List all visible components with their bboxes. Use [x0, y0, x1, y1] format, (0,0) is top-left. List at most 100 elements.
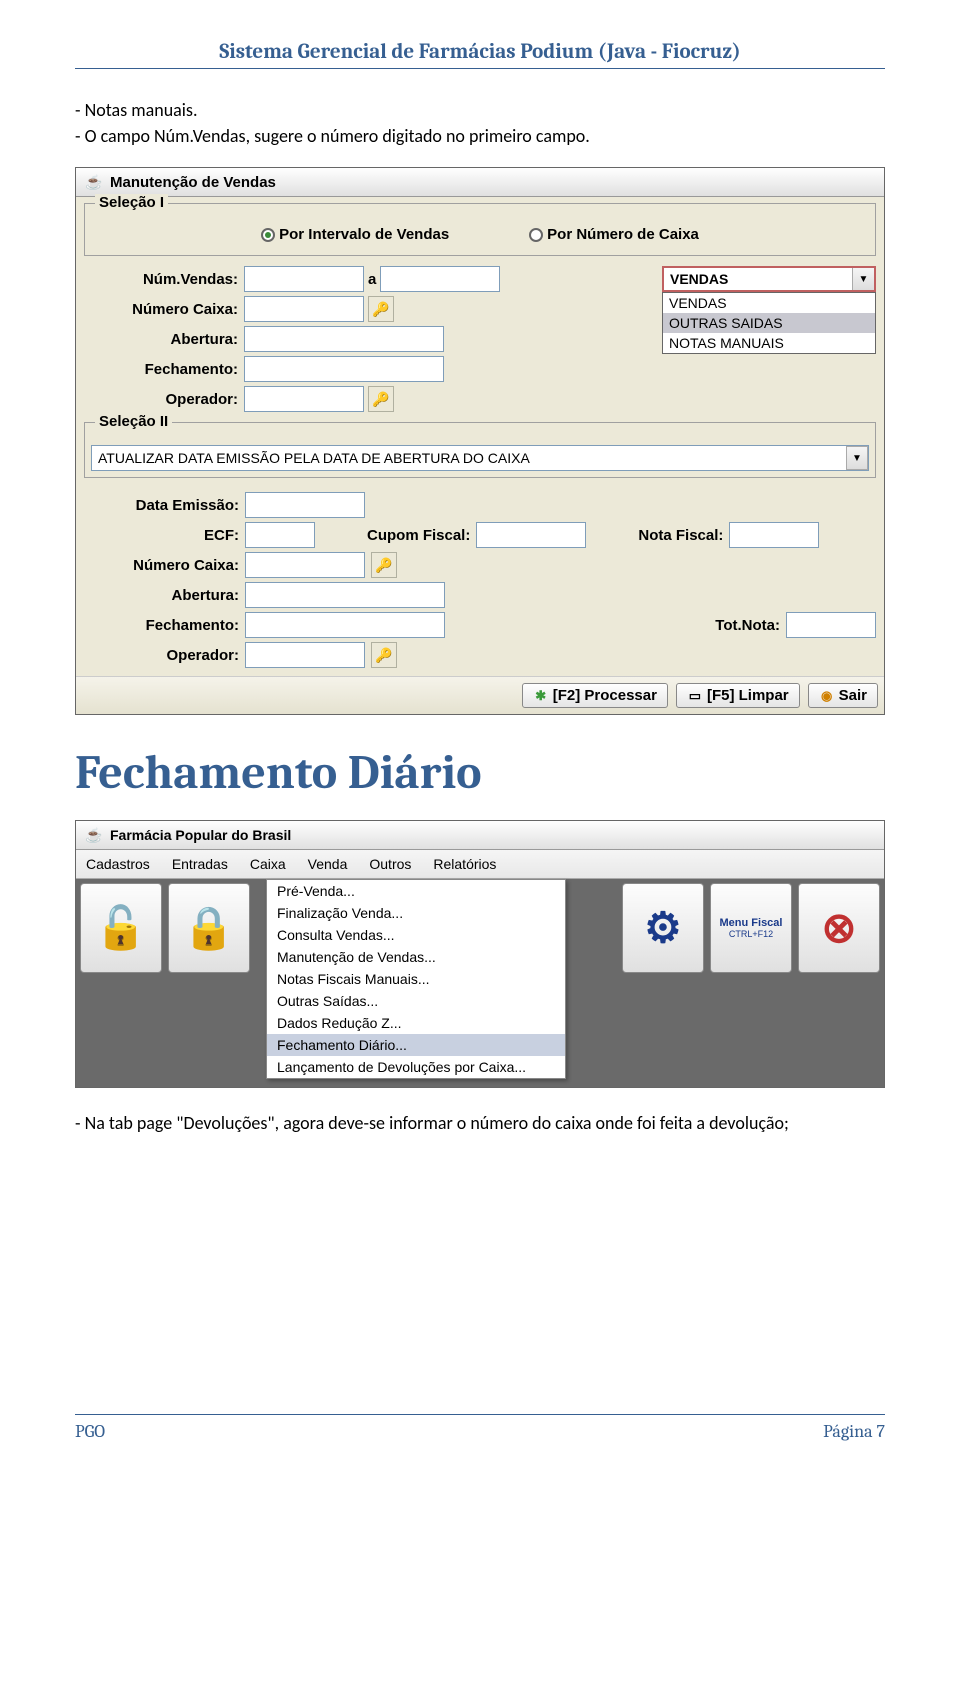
label-operador2: Operador: — [84, 647, 239, 664]
label-abertura2: Abertura: — [84, 587, 239, 604]
toolbar-button-gears[interactable]: ⚙ — [622, 883, 704, 973]
menu-caixa[interactable]: Caixa — [246, 854, 290, 874]
input-cupom[interactable] — [476, 522, 586, 548]
combo-tipo-venda[interactable]: VENDAS ▼ VENDAS OUTRAS SAIDAS NOTAS MANU… — [662, 266, 876, 354]
combo-list: VENDAS OUTRAS SAIDAS NOTAS MANUAIS — [662, 292, 876, 354]
input-abertura2[interactable] — [245, 582, 445, 608]
menu-item-reducao-z[interactable]: Dados Redução Z... — [267, 1012, 565, 1034]
legend-selecao-2: Seleção II — [95, 413, 172, 430]
page-footer: PGO Página 7 — [75, 1414, 885, 1442]
toolbar-button-lock2[interactable]: 🔒 — [168, 883, 250, 973]
menu-item-notas-fiscais[interactable]: Notas Fiscais Manuais... — [267, 968, 565, 990]
label-operador: Operador: — [84, 391, 244, 408]
header-divider — [75, 68, 885, 69]
window-title: Manutenção de Vendas — [110, 174, 276, 191]
outro-text: - Na tab page "Devoluções", agora deve-s… — [75, 1112, 885, 1134]
menu-fiscal-label: Menu Fiscal — [720, 917, 783, 929]
java-icon: ☕ — [84, 172, 104, 192]
menu-entradas[interactable]: Entradas — [168, 854, 232, 874]
limpar-label: [F5] Limpar — [707, 687, 789, 704]
input-numvendas-to[interactable] — [380, 266, 500, 292]
input-operador2[interactable] — [245, 642, 365, 668]
exit-icon: ◉ — [819, 688, 835, 704]
window-titlebar-2: ☕ Farmácia Popular do Brasil — [76, 821, 884, 850]
lookup-icon[interactable]: 🔑 — [371, 552, 397, 578]
intro-line-1: - Notas manuais. — [75, 99, 885, 121]
footer-left: PGO — [75, 1421, 105, 1442]
input-ecf[interactable] — [245, 522, 315, 548]
combo-option[interactable]: NOTAS MANUAIS — [663, 333, 875, 353]
java-icon: ☕ — [84, 825, 104, 845]
sair-label: Sair — [839, 687, 867, 704]
input-numvendas-from[interactable] — [244, 266, 364, 292]
venda-dropdown: Pré-Venda... Finalização Venda... Consul… — [266, 879, 566, 1079]
input-dataemissao[interactable] — [245, 492, 365, 518]
input-nota[interactable] — [729, 522, 819, 548]
close-icon: ⊗ — [821, 907, 856, 949]
radio-label-intervalo: Por Intervalo de Vendas — [279, 226, 449, 243]
combo-option[interactable]: OUTRAS SAIDAS — [663, 313, 875, 333]
input-operador[interactable] — [244, 386, 364, 412]
radio-label-numcaixa: Por Número de Caixa — [547, 226, 699, 243]
sair-button[interactable]: ◉ Sair — [808, 683, 878, 708]
lookup-icon[interactable]: 🔑 — [371, 642, 397, 668]
input-numcaixa[interactable] — [244, 296, 364, 322]
menu-item-pre-venda[interactable]: Pré-Venda... — [267, 880, 565, 902]
combo-selecao2[interactable]: ATUALIZAR DATA EMISSÃO PELA DATA DE ABER… — [91, 445, 869, 471]
label-dataemissao: Data Emissão: — [84, 497, 239, 514]
menu-fiscal-shortcut: CTRL+F12 — [729, 929, 773, 939]
radio-dot-selected-icon — [261, 228, 275, 242]
input-fechamento[interactable] — [244, 356, 444, 382]
label-a: a — [368, 271, 376, 288]
lock-icon: 🔒 — [183, 907, 235, 949]
fieldset-selecao-2: Seleção II ATUALIZAR DATA EMISSÃO PELA D… — [84, 422, 876, 478]
radio-numero-caixa[interactable]: Por Número de Caixa — [529, 226, 699, 243]
footer-right: Página 7 — [823, 1421, 885, 1442]
input-abertura[interactable] — [244, 326, 444, 352]
lookup-icon[interactable]: 🔑 — [368, 296, 394, 322]
process-icon: ✱ — [533, 688, 549, 704]
menu-relatorios[interactable]: Relatórios — [429, 854, 500, 874]
label-cupom: Cupom Fiscal: — [367, 527, 470, 544]
combo-selecao2-value: ATUALIZAR DATA EMISSÃO PELA DATA DE ABER… — [92, 446, 846, 470]
processar-label: [F2] Processar — [553, 687, 657, 704]
input-totnota[interactable] — [786, 612, 876, 638]
window-titlebar: ☕ Manutenção de Vendas — [76, 168, 884, 197]
menu-item-finalizacao[interactable]: Finalização Venda... — [267, 902, 565, 924]
chevron-down-icon: ▼ — [852, 268, 874, 290]
lock-open-icon: 🔓 — [95, 907, 147, 949]
radio-dot-icon — [529, 228, 543, 242]
label-abertura: Abertura: — [84, 331, 244, 348]
window-title-2: Farmácia Popular do Brasil — [110, 827, 291, 843]
menu-item-devolucoes[interactable]: Lançamento de Devoluções por Caixa... — [267, 1056, 565, 1078]
legend-selecao-1: Seleção I — [95, 194, 168, 211]
label-numcaixa2: Número Caixa: — [84, 557, 239, 574]
label-ecf: ECF: — [84, 527, 239, 544]
input-fechamento2[interactable] — [245, 612, 445, 638]
limpar-button[interactable]: ▭ [F5] Limpar — [676, 683, 800, 708]
menu-item-outras-saidas[interactable]: Outras Saídas... — [267, 990, 565, 1012]
section-title-fechamento: Fechamento Diário — [75, 745, 885, 800]
menu-venda[interactable]: Venda — [304, 854, 352, 874]
combo-option[interactable]: VENDAS — [663, 293, 875, 313]
lookup-icon[interactable]: 🔑 — [368, 386, 394, 412]
menu-cadastros[interactable]: Cadastros — [82, 854, 154, 874]
toolbar-button-lock1[interactable]: 🔓 — [80, 883, 162, 973]
input-numcaixa2[interactable] — [245, 552, 365, 578]
intro-line-2: - O campo Núm.Vendas, sugere o número di… — [75, 125, 885, 147]
toolbar: 🔓 🔒 Pré-Venda... Finalização Venda... Co… — [76, 879, 884, 977]
label-fechamento: Fechamento: — [84, 361, 244, 378]
screenshot-manutencao-vendas: ☕ Manutenção de Vendas Seleção I Por Int… — [75, 167, 885, 715]
menu-item-consulta[interactable]: Consulta Vendas... — [267, 924, 565, 946]
gears-icon: ⚙ — [644, 907, 682, 949]
clear-icon: ▭ — [687, 688, 703, 704]
chevron-down-icon: ▼ — [846, 446, 868, 470]
radio-intervalo-vendas[interactable]: Por Intervalo de Vendas — [261, 226, 449, 243]
label-totnota: Tot.Nota: — [715, 617, 780, 634]
menu-item-manutencao[interactable]: Manutenção de Vendas... — [267, 946, 565, 968]
menu-item-fechamento-diario[interactable]: Fechamento Diário... — [267, 1034, 565, 1056]
processar-button[interactable]: ✱ [F2] Processar — [522, 683, 668, 708]
toolbar-button-close[interactable]: ⊗ — [798, 883, 880, 973]
toolbar-button-menu-fiscal[interactable]: Menu Fiscal CTRL+F12 — [710, 883, 792, 973]
menu-outros[interactable]: Outros — [365, 854, 415, 874]
